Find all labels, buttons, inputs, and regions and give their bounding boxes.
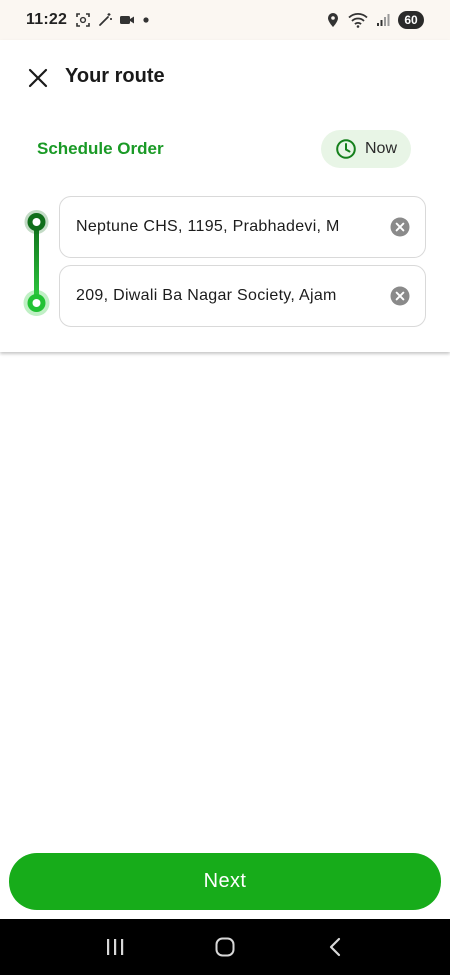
system-nav-bar	[0, 919, 450, 975]
now-label: Now	[364, 140, 397, 157]
next-button-label: Next	[203, 870, 247, 892]
home-icon	[215, 937, 235, 957]
home-button[interactable]	[205, 927, 245, 967]
location-icon	[328, 13, 338, 27]
clear-circle-icon	[390, 217, 410, 237]
clear-circle-icon	[390, 286, 410, 306]
close-button[interactable]	[24, 64, 52, 92]
clear-drop-button[interactable]	[389, 285, 411, 307]
back-icon	[329, 937, 341, 957]
screenshot-icon	[76, 13, 90, 27]
back-button[interactable]	[315, 927, 355, 967]
dot-icon	[143, 17, 149, 23]
signal-icon	[377, 14, 390, 26]
drop-address-text: 209, Diwali Ba Nagar Society, Ajam	[76, 287, 337, 304]
drop-marker-center	[32, 299, 41, 307]
pickup-address-field[interactable]: Neptune CHS, 1195, Prabhadevi, M	[59, 196, 426, 258]
pickup-address-text: Neptune CHS, 1195, Prabhadevi, M	[76, 218, 340, 235]
status-time: 11:22	[26, 11, 68, 28]
recent-apps-icon	[107, 939, 124, 955]
status-right: 60	[326, 11, 424, 29]
close-icon	[28, 68, 48, 88]
schedule-now-chip[interactable]: Now	[321, 130, 411, 168]
route-line-graphic	[23, 210, 50, 316]
drop-address-field[interactable]: 209, Diwali Ba Nagar Society, Ajam	[59, 265, 426, 327]
next-button[interactable]: Next	[9, 853, 441, 910]
route-card: Your route Schedule Order Now Neptune CH…	[0, 40, 450, 352]
status-bar: 11:22 60	[0, 0, 450, 40]
header: Your route	[0, 40, 450, 116]
page-title: Your route	[65, 65, 165, 87]
screen: 11:22 60 Your route Schedule Order Now N…	[0, 0, 450, 975]
video-camera-icon	[120, 16, 135, 24]
status-notification-icons	[75, 12, 151, 28]
status-left: 11:22	[26, 11, 151, 29]
schedule-order-label[interactable]: Schedule Order	[37, 139, 164, 159]
clock-icon	[336, 139, 356, 159]
recent-apps-button[interactable]	[95, 927, 135, 967]
wifi-icon	[348, 13, 368, 28]
pickup-marker-center	[32, 218, 41, 226]
battery-indicator: 60	[398, 11, 424, 29]
clear-pickup-button[interactable]	[389, 216, 411, 238]
magic-wand-icon	[99, 13, 113, 26]
